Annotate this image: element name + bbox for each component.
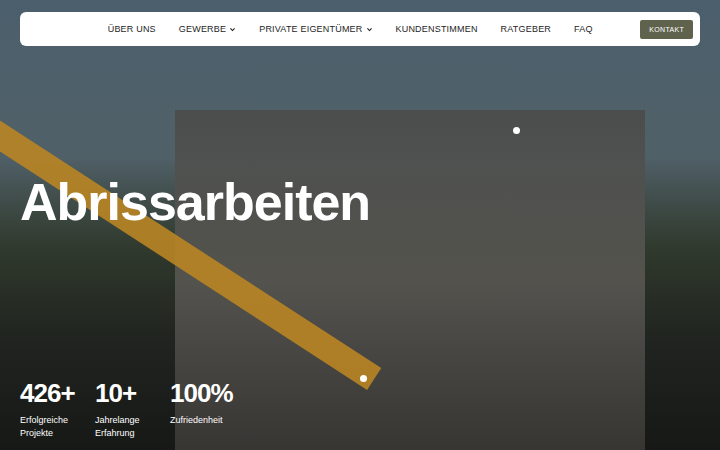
nav-item[interactable]: ÜBER UNS xyxy=(108,24,156,34)
nav-label[interactable]: ÜBER UNS xyxy=(108,24,156,34)
contact-button[interactable]: KONTAKT xyxy=(640,20,693,39)
nav-item[interactable]: PRIVATE EIGENTÜMER xyxy=(259,24,372,34)
nav-item[interactable]: FAQ xyxy=(574,24,593,34)
stat-item: 100% Zufriedenheit xyxy=(170,379,233,440)
hero-photo xyxy=(175,110,645,450)
stats-row: 426+ Erfolgreiche Projekte 10+ Jahrelange E… xyxy=(20,379,720,440)
nav-label[interactable]: RATGEBER xyxy=(501,24,551,34)
hero-title: Abrissarbeiten xyxy=(20,174,720,231)
stat-item: 426+ Erfolgreiche Projekte xyxy=(20,379,78,440)
chevron-down-icon[interactable] xyxy=(366,26,373,33)
stat-item: 10+ Jahrelange Erfahrung xyxy=(95,379,153,440)
stat-label: Erfolgreiche Projekte xyxy=(20,414,78,440)
stat-label: Zufriedenheit xyxy=(170,414,228,427)
nav-item[interactable]: GEWERBE xyxy=(179,24,236,34)
hero-section: ÜBER UNS GEWERBE PRIVATE EIGENTÜMER KUNDENS… xyxy=(0,0,720,450)
nav-label[interactable]: KUNDENSTIMMEN xyxy=(396,24,478,34)
nav-item[interactable]: KUNDENSTIMMEN xyxy=(396,24,478,34)
marker-dot xyxy=(513,127,520,134)
stat-value: 10+ xyxy=(95,379,153,408)
marker-dot xyxy=(360,375,367,382)
stat-value: 426+ xyxy=(20,379,78,408)
nav-label[interactable]: FAQ xyxy=(574,24,593,34)
top-nav: ÜBER UNS GEWERBE PRIVATE EIGENTÜMER KUNDENS… xyxy=(20,12,700,46)
nav-label[interactable]: PRIVATE EIGENTÜMER xyxy=(259,24,362,34)
nav-label[interactable]: GEWERBE xyxy=(179,24,226,34)
stat-label: Jahrelange Erfahrung xyxy=(95,414,153,440)
chevron-down-icon[interactable] xyxy=(229,26,236,33)
nav-menu: ÜBER UNS GEWERBE PRIVATE EIGENTÜMER KUNDENS… xyxy=(20,24,640,34)
nav-item[interactable]: RATGEBER xyxy=(501,24,551,34)
stat-value: 100% xyxy=(170,379,233,408)
excavator-arm xyxy=(0,112,381,390)
